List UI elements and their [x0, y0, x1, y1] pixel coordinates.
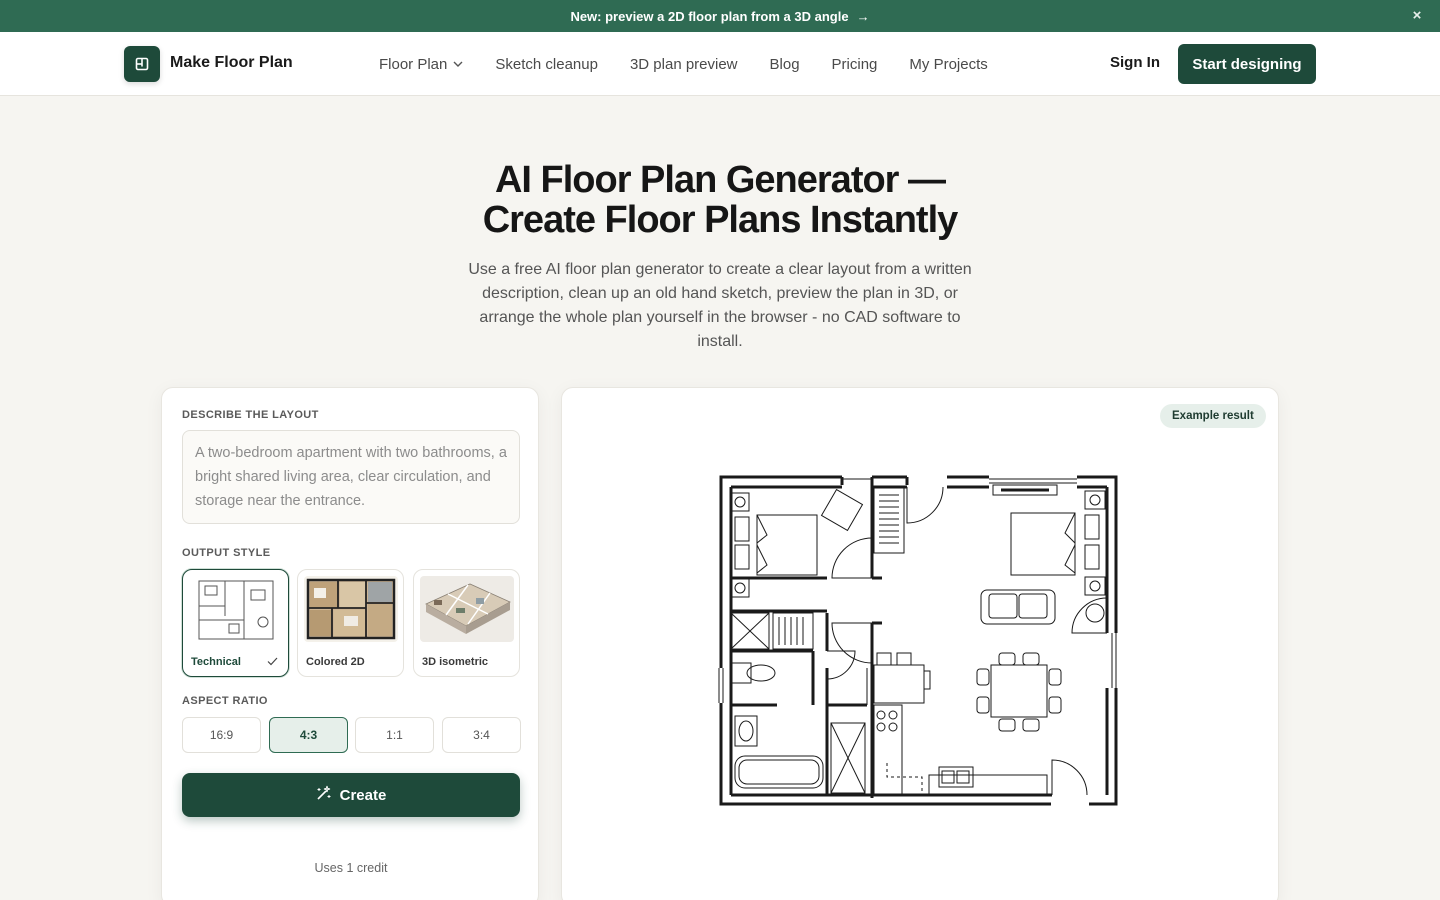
chevron-down-icon — [453, 59, 463, 70]
hero-subtitle: Use a free AI floor plan generator to cr… — [468, 261, 972, 350]
nav-item-label: Floor Plan — [379, 55, 448, 73]
example-result-badge: Example result — [1160, 404, 1266, 428]
ratio-16-9-button[interactable]: 16:9 — [182, 717, 261, 753]
navbar: Make Floor Plan Floor Plan Sketch cleanu… — [0, 32, 1440, 96]
aspect-ratio-label: ASPECT RATIO — [182, 695, 268, 707]
ratio-3-4-button[interactable]: 3:4 — [442, 717, 521, 753]
floor-plan-image — [717, 473, 1123, 818]
layout-description-input[interactable]: A two-bedroom apartment with two bathroo… — [182, 430, 520, 524]
ratio-4-3-button[interactable]: 4:3 — [269, 717, 348, 753]
style-name: Colored 2D — [306, 656, 365, 668]
nav-links: Floor Plan Sketch cleanup 3D plan previe… — [379, 32, 988, 96]
nav-item-floor-plan[interactable]: Floor Plan — [379, 56, 463, 73]
output-style-label: OUTPUT STYLE — [182, 547, 271, 559]
style-option-technical[interactable]: Technical — [182, 569, 289, 677]
nav-item-sketch-cleanup[interactable]: Sketch cleanup — [495, 56, 598, 73]
announcement-bar[interactable]: New: preview a 2D floor plan from a 3D a… — [0, 0, 1440, 32]
nav-item-blog[interactable]: Blog — [770, 56, 800, 73]
style-option-3d-isometric[interactable]: 3D isometric — [413, 569, 520, 677]
sign-in-link[interactable]: Sign In — [1110, 54, 1160, 71]
colored-2d-thumbnail — [304, 576, 398, 642]
logo-icon[interactable] — [124, 46, 160, 82]
announcement-text[interactable]: New: preview a 2D floor plan from a 3D a… — [570, 9, 848, 24]
ratio-1-1-button[interactable]: 1:1 — [355, 717, 434, 753]
nav-item-pricing[interactable]: Pricing — [832, 56, 878, 73]
check-icon — [267, 655, 278, 669]
brand-name[interactable]: Make Floor Plan — [170, 54, 293, 72]
magic-wand-icon — [316, 785, 332, 805]
style-name: 3D isometric — [422, 656, 489, 668]
generator-form-card: DESCRIBE THE LAYOUT A two-bedroom apartm… — [161, 387, 539, 900]
start-designing-button[interactable]: Start designing — [1178, 44, 1316, 84]
create-label: Create — [339, 786, 387, 804]
style-option-colored-2d[interactable]: Colored 2D — [297, 569, 404, 677]
describe-label: DESCRIBE THE LAYOUT — [182, 409, 319, 421]
example-result-card: Example result — [561, 387, 1279, 900]
create-button[interactable]: Create — [182, 773, 520, 817]
3d-isometric-thumbnail — [420, 576, 514, 642]
arrow-right-icon: → — [856, 8, 870, 24]
title-line-1: AI Floor Plan Generator — — [494, 159, 946, 201]
credit-note: Uses 1 credit — [314, 861, 388, 875]
technical-thumbnail — [189, 576, 283, 642]
style-name: Technical — [191, 656, 241, 668]
nav-item-3d-plan-preview[interactable]: 3D plan preview — [630, 56, 738, 73]
nav-item-my-projects[interactable]: My Projects — [909, 56, 987, 73]
close-icon[interactable]: × — [1408, 7, 1426, 25]
aspect-ratio-options: 16:9 4:3 1:1 3:4 — [182, 717, 521, 753]
output-style-options: Technical Colored 2D 3D isometric — [182, 569, 520, 677]
page-title: AI Floor Plan Generator — Create Floor P… — [370, 160, 1070, 240]
title-line-2: Create Floor Plans Instantly — [482, 199, 959, 241]
